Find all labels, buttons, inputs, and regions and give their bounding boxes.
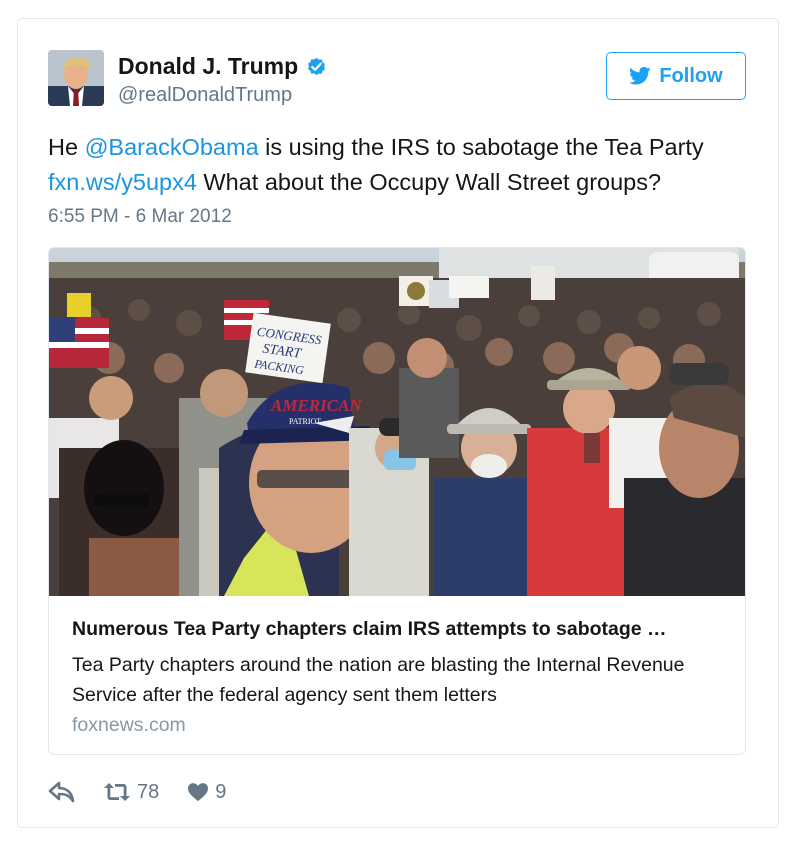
- card-description: Tea Party chapters around the nation are…: [72, 654, 685, 706]
- verified-badge-icon: [308, 57, 326, 76]
- retweet-icon: [104, 783, 130, 801]
- hat-text: PATRIOT: [289, 417, 321, 426]
- tweet-actions: 78 9: [48, 777, 226, 807]
- tweet-text-part: What about the Occupy Wall Street groups…: [196, 169, 662, 195]
- tweet-text: He @BarackObama is using the IRS to sabo…: [48, 130, 758, 200]
- tweet-text-part: is using the IRS to sabotage the Tea Par…: [258, 134, 704, 160]
- link-card[interactable]: CONGRESS START PACKING AMERICAN PATRIOT …: [48, 247, 746, 755]
- heart-icon: [188, 783, 209, 802]
- card-title: Numerous Tea Party chapters claim IRS at…: [72, 618, 667, 640]
- avatar-photo: [48, 50, 104, 106]
- like-button[interactable]: 9: [187, 781, 226, 804]
- mention-link[interactable]: @BarackObama: [85, 134, 259, 160]
- author-handle[interactable]: @realDonaldTrump: [118, 84, 328, 107]
- reply-icon: [48, 781, 75, 803]
- url-link[interactable]: fxn.ws/y5upx4: [48, 169, 197, 195]
- avatar[interactable]: [48, 50, 104, 106]
- like-count: 9: [215, 780, 227, 803]
- crowd-photo: CONGRESS START PACKING AMERICAN PATRIOT: [49, 248, 745, 596]
- card-domain: foxnews.com: [72, 714, 186, 736]
- retweet-count: 78: [137, 780, 160, 803]
- tweet-card: Donald J. Trump @realDonaldTrump Follow …: [17, 18, 779, 828]
- follow-button[interactable]: Follow: [606, 52, 746, 100]
- twitter-bird-icon: [629, 66, 651, 85]
- follow-label: Follow: [659, 64, 723, 87]
- author-display-name[interactable]: Donald J. Trump: [118, 53, 298, 80]
- tweet-text-part: He: [48, 134, 85, 160]
- author-block: Donald J. Trump @realDonaldTrump: [118, 53, 328, 107]
- hat-text: AMERICAN: [270, 396, 362, 415]
- protest-sign: CONGRESS START PACKING: [245, 312, 331, 384]
- timestamp[interactable]: 6:55 PM - 6 Mar 2012: [48, 206, 232, 228]
- reply-button[interactable]: [48, 781, 75, 803]
- retweet-button[interactable]: 78: [103, 781, 159, 804]
